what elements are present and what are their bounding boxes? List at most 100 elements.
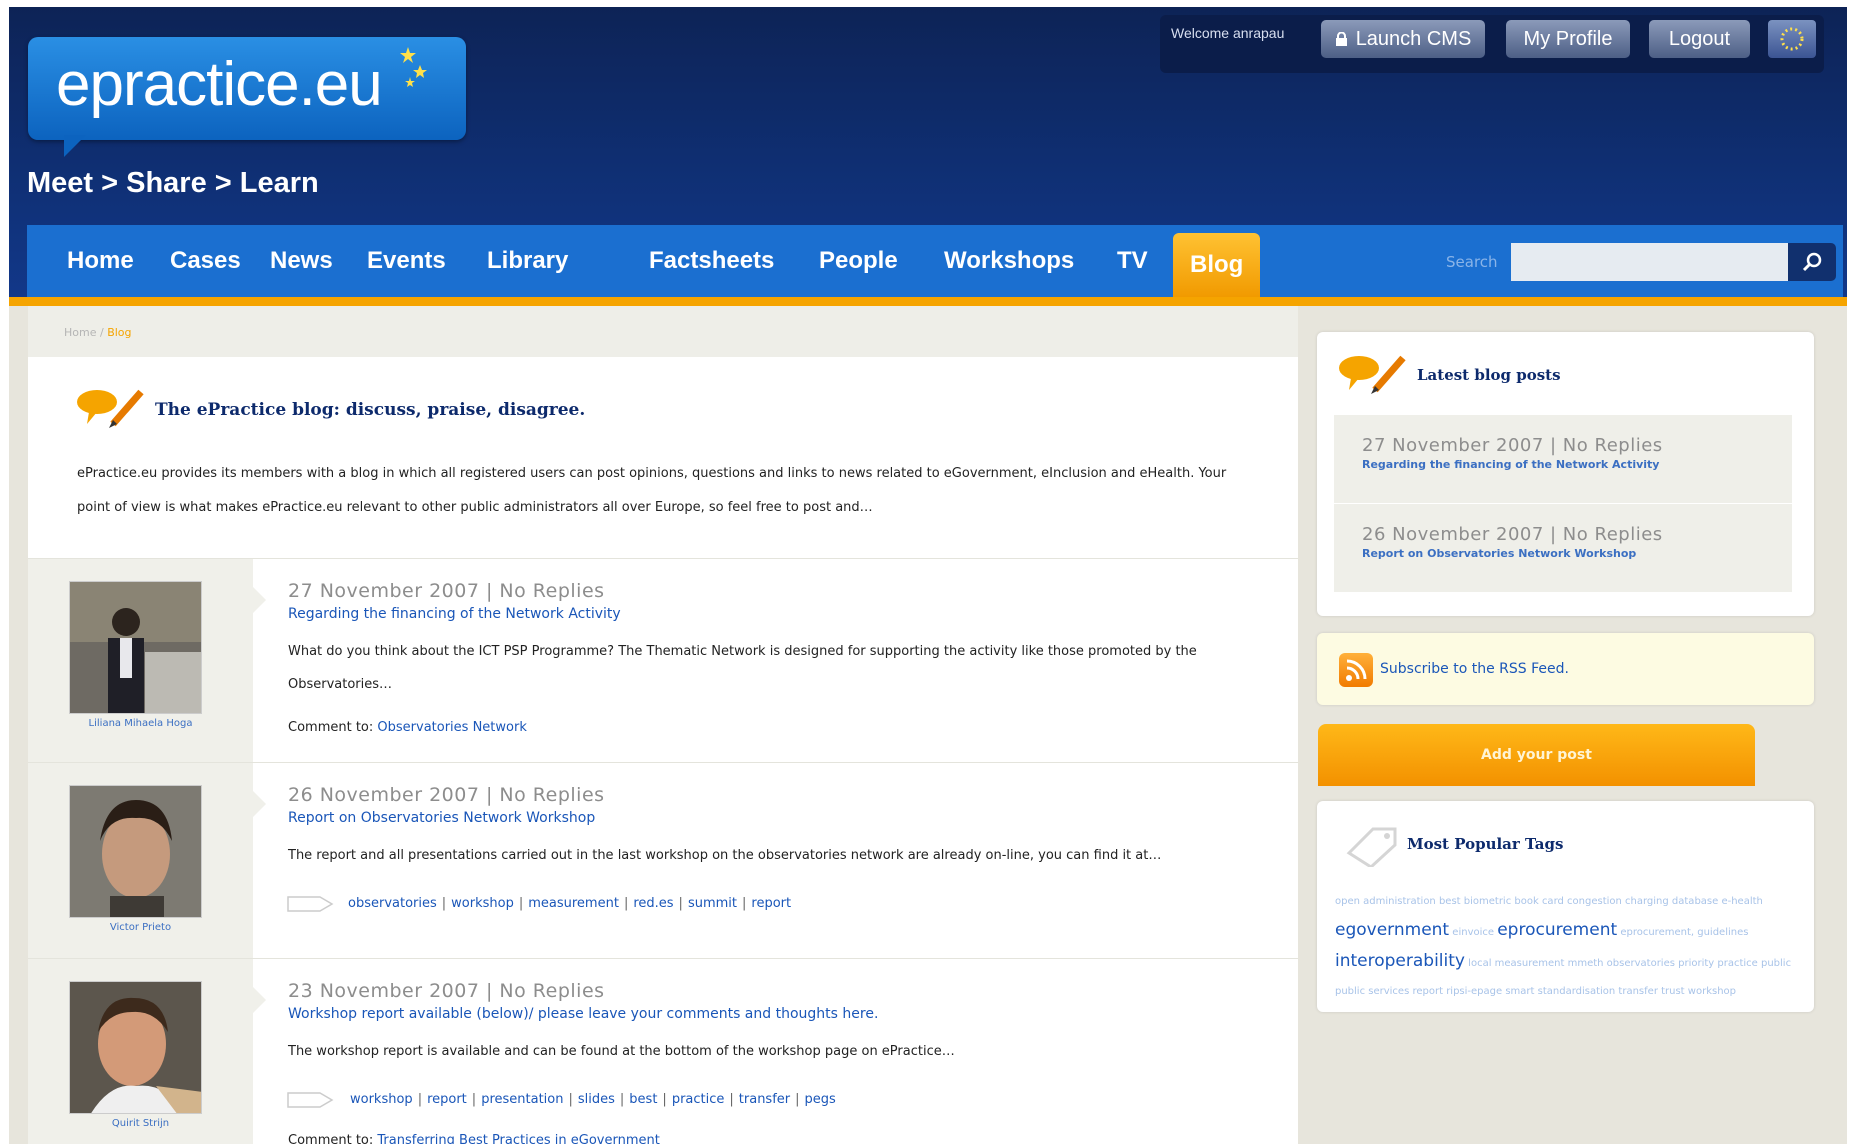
search-button[interactable] bbox=[1788, 243, 1836, 281]
popular-tags-title: Most Popular Tags bbox=[1407, 835, 1564, 853]
nav-people[interactable]: People bbox=[819, 225, 898, 297]
tag-eprocurement[interactable]: eprocurement bbox=[1497, 920, 1617, 940]
search-icon bbox=[1802, 252, 1822, 272]
eu-stars-icon bbox=[1780, 27, 1804, 51]
breadcrumb-sep: / bbox=[99, 326, 104, 339]
nav-factsheets[interactable]: Factsheets bbox=[649, 225, 774, 297]
avatar[interactable] bbox=[69, 981, 202, 1114]
post-tags: workshop | report | presentation | slides | best… bbox=[350, 1092, 836, 1107]
tag-separator: | bbox=[623, 896, 629, 911]
author-name[interactable]: Victor Prieto bbox=[48, 922, 233, 933]
tag-link[interactable]: practice bbox=[672, 1092, 725, 1107]
tag-separator: | bbox=[678, 896, 683, 911]
nav-blog[interactable]: Blog bbox=[1173, 233, 1261, 297]
rss-icon bbox=[1339, 653, 1373, 687]
rss-subscribe-box[interactable]: Subscribe to the RSS Feed. bbox=[1317, 633, 1814, 705]
tag-link[interactable]: presentation bbox=[481, 1092, 563, 1107]
nav-cases[interactable]: Cases bbox=[170, 225, 241, 297]
tag-cloud-line[interactable]: public services report ripsi-epage smart… bbox=[1335, 978, 1795, 1006]
tag-small[interactable]: einvoice bbox=[1452, 927, 1494, 938]
latest-post-title[interactable]: Regarding the financing of the Network A… bbox=[1362, 458, 1659, 471]
tag-link[interactable]: report bbox=[751, 896, 791, 911]
comment-to-link[interactable]: Transferring Best Practices in eGovernme… bbox=[377, 1133, 659, 1144]
logout-label: Logout bbox=[1668, 27, 1731, 50]
tag-separator: | bbox=[518, 896, 524, 911]
search-label: Search bbox=[1446, 253, 1498, 271]
tag-cloud-line[interactable]: open administration best biometric book … bbox=[1335, 888, 1795, 916]
nav-tv[interactable]: TV bbox=[1117, 225, 1148, 297]
post-date: 26 November 2007 | No Replies bbox=[288, 784, 605, 806]
breadcrumb: Home / Blog bbox=[64, 326, 132, 339]
post-excerpt: What do you think about the ICT PSP Prog… bbox=[288, 644, 1197, 692]
tag-link[interactable]: workshop bbox=[451, 896, 514, 911]
tag-link[interactable]: report bbox=[427, 1092, 467, 1107]
site-logo[interactable]: epractice.eu bbox=[28, 37, 466, 140]
launch-cms-label: Launch CMS bbox=[1355, 27, 1472, 50]
logout-button[interactable]: Logout bbox=[1649, 20, 1750, 58]
tag-link[interactable]: measurement bbox=[528, 896, 619, 911]
author-photo bbox=[70, 582, 201, 713]
blog-intro-text: ePractice.eu provides its members with a… bbox=[77, 466, 1227, 515]
post-date: 23 November 2007 | No Replies bbox=[288, 980, 605, 1002]
add-post-label: Add your post bbox=[1481, 747, 1592, 763]
nav-events-label: Events bbox=[367, 247, 446, 274]
tag-small[interactable]: local measurement mmeth observatories pr… bbox=[1468, 958, 1791, 969]
author-photo bbox=[70, 982, 201, 1113]
breadcrumb-home[interactable]: Home bbox=[64, 326, 96, 339]
logo-text: epractice.eu bbox=[56, 50, 383, 119]
nav-home-label: Home bbox=[67, 247, 134, 274]
rss-subscribe-link[interactable]: Subscribe to the RSS Feed. bbox=[1380, 661, 1569, 677]
nav-workshops[interactable]: Workshops bbox=[944, 225, 1074, 297]
post-title-link[interactable]: Workshop report available (below)/ pleas… bbox=[288, 1006, 878, 1022]
search-input[interactable] bbox=[1511, 243, 1788, 281]
comment-to-label: Comment to: bbox=[288, 1133, 374, 1144]
tag-link[interactable]: observatories bbox=[348, 896, 437, 911]
post-title-link[interactable]: Report on Observatories Network Workshop bbox=[288, 810, 595, 826]
latest-post-date: 26 November 2007 | No Replies bbox=[1362, 524, 1663, 545]
latest-post-item[interactable]: 27 November 2007 | No Replies Regarding … bbox=[1334, 415, 1792, 503]
tag-separator: | bbox=[417, 1092, 423, 1107]
my-profile-label: My Profile bbox=[1523, 27, 1613, 50]
blog-speech-pencil-icon bbox=[1339, 355, 1406, 394]
post-notch bbox=[253, 987, 266, 1013]
tag-small[interactable]: eprocurement, guidelines bbox=[1620, 927, 1748, 938]
my-profile-button[interactable]: My Profile bbox=[1506, 20, 1630, 58]
post-tags: observatories | workshop | measurement | red.e… bbox=[348, 896, 791, 911]
breadcrumb-bar: Home / Blog bbox=[28, 306, 1298, 357]
nav-cases-label: Cases bbox=[170, 247, 241, 274]
site-header: epractice.eu Meet > Share > Learn Welcom… bbox=[9, 7, 1847, 306]
tag-link[interactable]: workshop bbox=[350, 1092, 413, 1107]
eu-flag-icon[interactable] bbox=[1768, 20, 1816, 58]
add-post-button[interactable]: Add your post bbox=[1318, 724, 1755, 786]
nav-news[interactable]: News bbox=[270, 225, 333, 297]
nav-events[interactable]: Events bbox=[367, 225, 446, 297]
tag-link[interactable]: best bbox=[629, 1092, 657, 1107]
tag-separator: | bbox=[795, 1092, 800, 1107]
tag-link[interactable]: summit bbox=[688, 896, 737, 911]
comment-to-link[interactable]: Observatories Network bbox=[377, 720, 526, 735]
latest-post-item[interactable]: 26 November 2007 | No Replies Report on … bbox=[1334, 504, 1792, 592]
nav-home[interactable]: Home bbox=[67, 225, 134, 297]
tag-link[interactable]: transfer bbox=[739, 1092, 790, 1107]
tag-egovernment[interactable]: egovernment bbox=[1335, 920, 1449, 940]
tag-separator: | bbox=[471, 1092, 477, 1107]
tag-interoperability[interactable]: interoperability bbox=[1335, 951, 1465, 971]
avatar[interactable] bbox=[69, 785, 202, 918]
author-name[interactable]: Quirit Strijn bbox=[48, 1118, 233, 1129]
launch-cms-button[interactable]: Launch CMS bbox=[1321, 20, 1485, 58]
tag-outline-icon bbox=[1346, 827, 1397, 867]
tag-link[interactable]: pegs bbox=[805, 1092, 836, 1107]
nav-tv-label: TV bbox=[1117, 247, 1148, 274]
author-name[interactable]: Liliana Mihaela Hoga bbox=[48, 718, 233, 729]
post-title-link[interactable]: Regarding the financing of the Network A… bbox=[288, 606, 621, 622]
nav-blog-label: Blog bbox=[1190, 251, 1244, 278]
blog-speech-pencil-icon bbox=[77, 389, 144, 428]
tag-link[interactable]: slides bbox=[578, 1092, 615, 1107]
tag-icon bbox=[287, 896, 334, 912]
tag-cloud-line: egovernment einvoice eprocurement eprocu… bbox=[1335, 916, 1795, 947]
latest-post-title[interactable]: Report on Observatories Network Workshop bbox=[1362, 547, 1636, 560]
latest-posts-title: Latest blog posts bbox=[1417, 366, 1561, 384]
tag-link[interactable]: red.es bbox=[633, 896, 673, 911]
avatar[interactable] bbox=[69, 581, 202, 714]
nav-library[interactable]: Library bbox=[487, 225, 568, 297]
